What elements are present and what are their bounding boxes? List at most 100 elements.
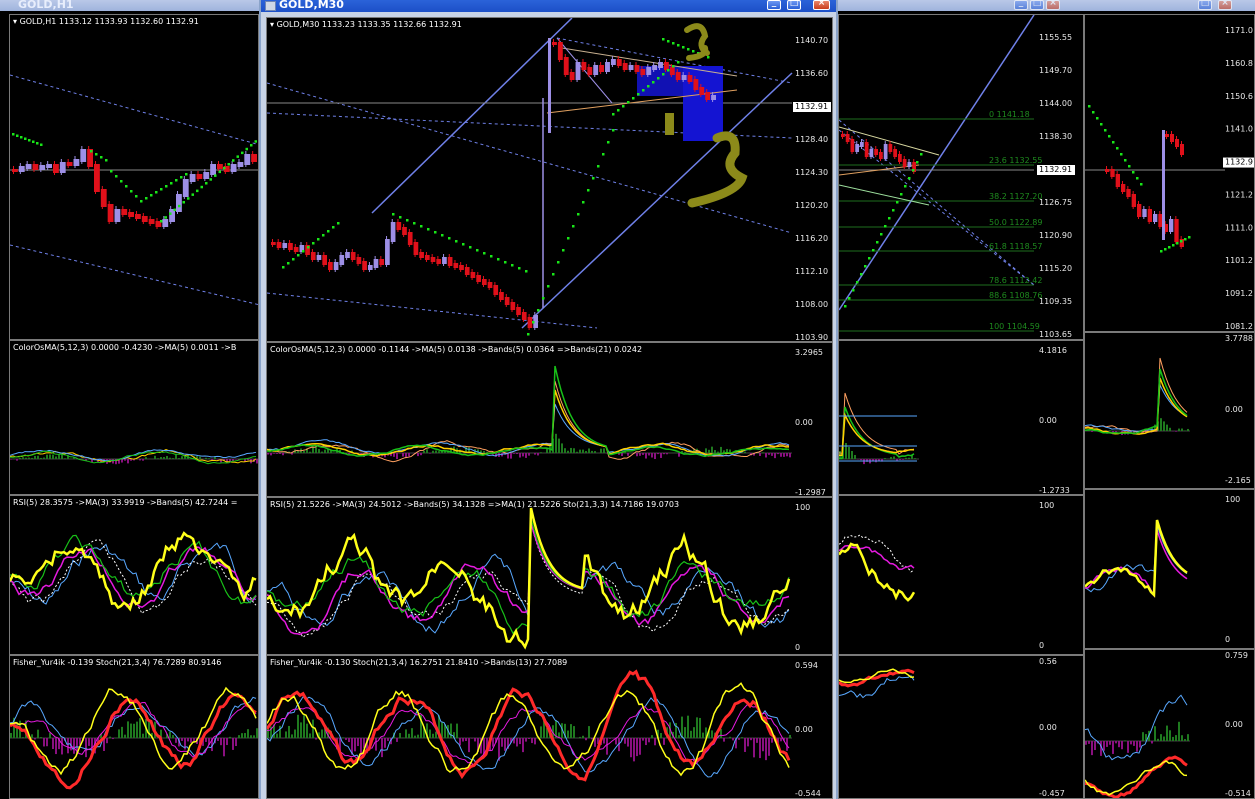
rsi-pane[interactable]: RSI(5) 21.5226 ->MA(3) 24.5012 ->Bands(5… <box>266 497 833 655</box>
minimize-icon[interactable]: _ <box>767 0 781 10</box>
rsi-pane[interactable]: 100 0 <box>838 495 1084 655</box>
candle <box>328 262 333 270</box>
histogram-bar <box>1112 741 1114 754</box>
histogram-bar <box>172 458 174 459</box>
histogram-bar <box>663 453 665 455</box>
candle <box>845 134 850 142</box>
osma-scale-label: 3.2965 <box>795 348 823 357</box>
candle <box>271 242 276 245</box>
histogram-bar <box>519 453 521 458</box>
sar-dot <box>916 161 919 164</box>
chart-window-four[interactable]: □ × 1171.0 1160.8 1150.6 1141.0 1132.91 1121.… <box>1084 0 1255 799</box>
candle <box>481 279 487 285</box>
maximize-icon[interactable]: □ <box>787 0 801 10</box>
histogram-bar <box>648 453 650 456</box>
window-titlebar[interactable]: GOLD,M30 _ □ × <box>261 0 836 12</box>
sar-dot <box>182 201 185 204</box>
sar-dot <box>105 159 108 162</box>
price-pane[interactable]: ▾ GOLD,H1 1133.12 1133.93 1132.60 1132.9… <box>9 14 259 340</box>
histogram-bar <box>256 459 258 464</box>
sar-dot <box>672 42 675 45</box>
fisher-pane[interactable]: Fisher_Yur4ik -0.130 Stoch(21,3,4) 16.27… <box>266 655 833 799</box>
window-titlebar[interactable]: _ □ × <box>838 0 1084 11</box>
histogram-bar <box>40 737 42 738</box>
candle <box>874 149 878 155</box>
osma-pane[interactable]: ColorOsMA(5,12,3) 0.0000 -0.1144 ->MA(5)… <box>266 342 833 497</box>
osma-pane[interactable]: ColorOsMA(5,12,3) 0.0000 -0.4230 ->MA(5)… <box>9 340 259 495</box>
fisher-scale-label: -0.514 <box>1225 789 1251 798</box>
rsi-pane[interactable]: 100 0 <box>1084 489 1255 649</box>
histogram-bar <box>462 452 464 453</box>
histogram-bar <box>1178 428 1180 431</box>
fisher-pane[interactable]: 0.56 0.00 -0.457 <box>838 655 1084 799</box>
chart-window-three[interactable]: _ □ × 0 1141.18 23.6 1132.55 38.2 1127.20 5… <box>838 0 1084 799</box>
chart-window-gold-m30[interactable]: GOLD,M30 _ □ × ▾ GOLD,M30 1133.23 1133.3… <box>259 0 838 799</box>
candle <box>516 307 521 315</box>
osma-scale-label: 4.1816 <box>1039 346 1067 355</box>
histogram-bar <box>429 729 431 738</box>
candle <box>855 144 859 152</box>
histogram-bar <box>456 723 458 738</box>
histogram-bar <box>357 738 359 747</box>
histogram-bar <box>324 449 326 453</box>
histogram-bar <box>651 453 653 458</box>
price-pane[interactable]: ▾ GOLD,M30 1133.23 1133.35 1132.66 1132.… <box>266 17 833 342</box>
histogram-bar <box>166 455 168 459</box>
histogram-bar <box>720 729 722 738</box>
histogram-bar <box>169 731 171 738</box>
candle <box>333 262 339 270</box>
histogram-bar <box>902 459 904 460</box>
histogram-bar <box>528 453 530 456</box>
sar-dot <box>856 281 859 284</box>
osma-pane[interactable]: 3.7788 0.00 -2.165 <box>1084 332 1255 489</box>
maximize-icon[interactable]: □ <box>1030 0 1044 10</box>
candle <box>687 75 693 82</box>
candle <box>459 265 464 270</box>
rsi-pane[interactable]: RSI(5) 28.3575 ->MA(3) 33.9919 ->Bands(5… <box>9 495 259 655</box>
histogram-bar <box>537 453 539 456</box>
histogram-bar <box>1172 736 1174 741</box>
histogram-bar <box>534 453 536 455</box>
candle <box>316 255 322 260</box>
histogram-bar <box>282 453 284 456</box>
close-icon[interactable]: × <box>813 0 830 10</box>
window-titlebar[interactable]: □ × <box>1084 0 1255 11</box>
histogram-bar <box>579 449 581 453</box>
sar-dot <box>504 261 507 264</box>
window-titlebar[interactable]: GOLD,H1 <box>0 0 259 11</box>
osma-scale-label: -2.165 <box>1225 476 1251 485</box>
sar-dot <box>332 226 335 229</box>
sar-dot <box>872 249 875 252</box>
histogram-bar <box>73 738 75 754</box>
fisher-scale-label: 0.594 <box>795 661 818 670</box>
fisher-pane[interactable]: 0.759 0.00 -0.514 <box>1084 649 1255 799</box>
sar-dot <box>527 333 530 336</box>
minimize-icon[interactable]: _ <box>1014 0 1028 10</box>
histogram-bar <box>591 738 593 740</box>
close-icon[interactable]: × <box>1218 0 1232 10</box>
histogram-bar <box>43 738 45 747</box>
candle <box>436 259 442 264</box>
histogram-bar <box>31 734 33 738</box>
fisher-pane[interactable]: Fisher_Yur4ik -0.139 Stoch(21,3,4) 76.72… <box>9 655 259 799</box>
histogram-bar <box>235 738 237 747</box>
histogram-bar <box>534 738 536 745</box>
histogram-bar <box>34 455 36 459</box>
sar-dot <box>236 155 239 158</box>
price-pane[interactable]: 0 1141.18 23.6 1132.55 38.2 1127.20 50.0 11… <box>838 14 1084 340</box>
sar-dot <box>876 241 879 244</box>
histogram-bar <box>708 449 710 453</box>
chart-window-gold-h1[interactable]: GOLD,H1 ▾ GOLD,H1 1133.12 1133.93 1132.6… <box>0 0 259 799</box>
sar-dot <box>245 147 248 151</box>
histogram-bar <box>1094 741 1096 751</box>
price-pane[interactable]: 1171.0 1160.8 1150.6 1141.0 1132.91 1121.2 111… <box>1084 14 1255 332</box>
maximize-icon[interactable]: □ <box>1198 0 1212 10</box>
price-scale-label: 1101.2 <box>1225 256 1253 265</box>
candle <box>587 67 593 75</box>
candle <box>162 219 169 227</box>
candle <box>80 149 87 162</box>
osma-pane[interactable]: 4.1816 0.00 -1.2733 <box>838 340 1084 495</box>
candle <box>1121 184 1126 192</box>
osma-scale-label: 0.00 <box>1039 416 1057 425</box>
close-icon[interactable]: × <box>1046 0 1060 10</box>
